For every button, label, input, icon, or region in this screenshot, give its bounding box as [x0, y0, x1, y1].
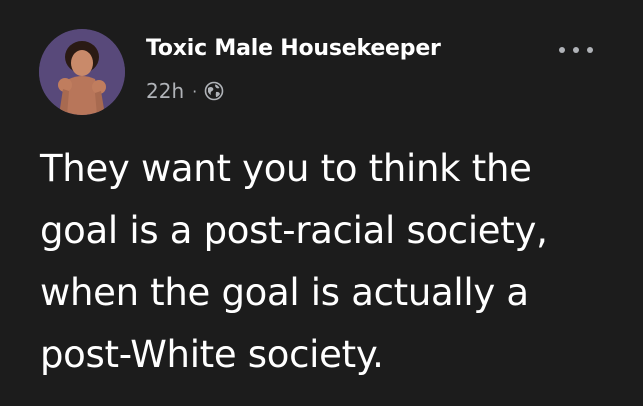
globe-icon[interactable]	[204, 81, 224, 101]
more-dot	[573, 47, 579, 53]
post-timestamp[interactable]: 22h	[146, 79, 184, 103]
author-name[interactable]: Toxic Male Housekeeper	[146, 36, 441, 61]
post-meta: 22h ·	[146, 79, 224, 103]
post-text-line: post-White society.	[40, 333, 384, 376]
post-text: They want you to think the goal is a pos…	[40, 138, 630, 386]
avatar-photo-icon	[39, 29, 125, 115]
more-options-icon[interactable]	[559, 40, 593, 60]
more-dot	[559, 47, 565, 53]
post-text-line: when the goal is actually a	[40, 271, 529, 314]
post-text-line: goal is a post-racial society,	[40, 209, 548, 252]
meta-separator: ·	[192, 81, 198, 101]
post-text-line: They want you to think the	[40, 147, 532, 190]
post-card: Toxic Male Housekeeper 22h · They want y…	[0, 0, 643, 406]
more-dot	[587, 47, 593, 53]
author-avatar[interactable]	[39, 29, 125, 115]
